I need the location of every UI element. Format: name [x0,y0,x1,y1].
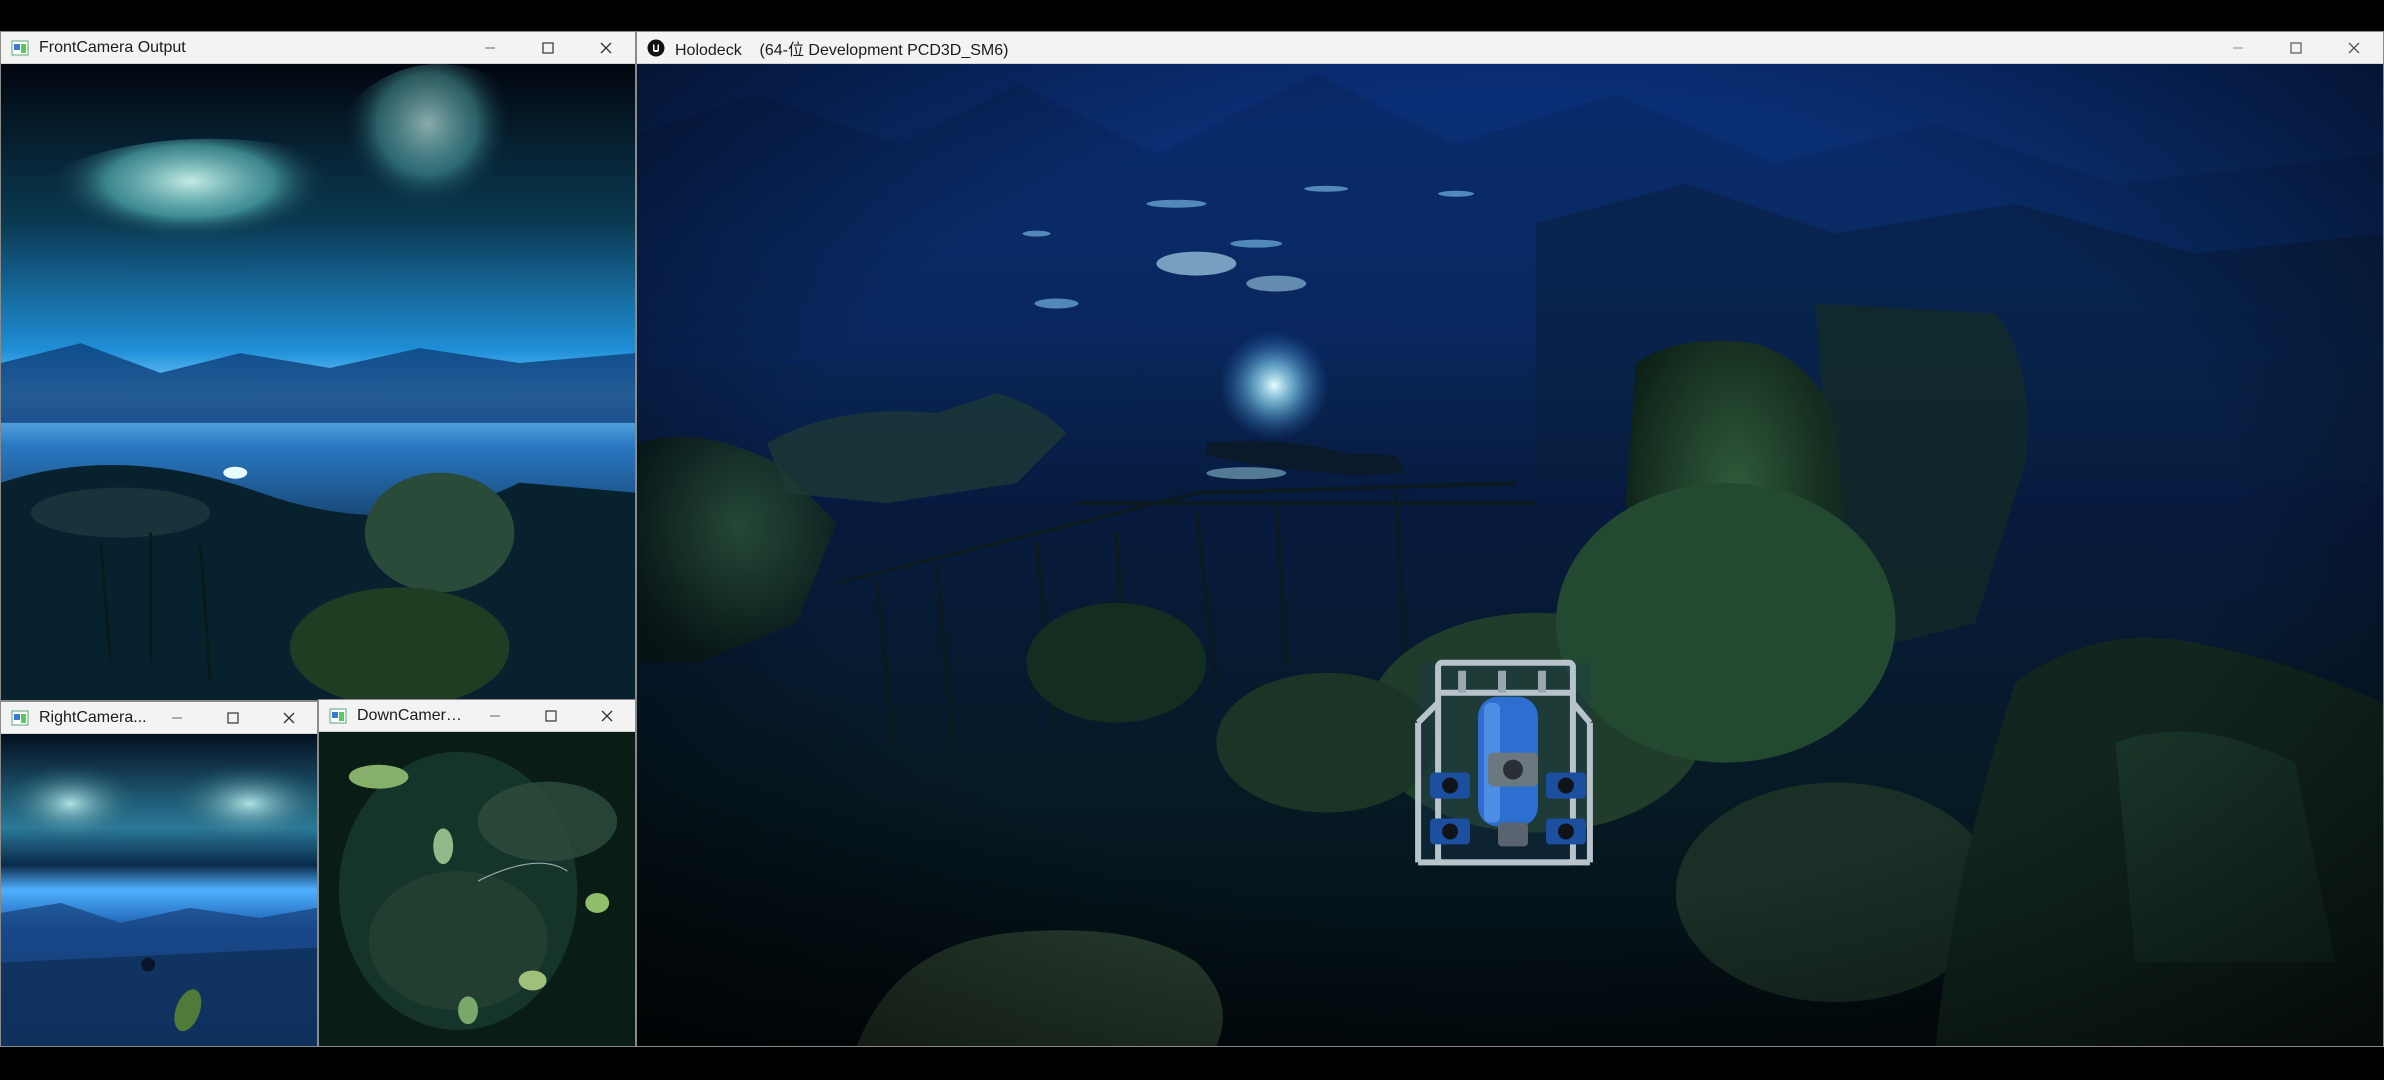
right-camera-titlebar[interactable]: RightCamera... [1,702,317,734]
holodeck-title: Holodeck (64-位 Development PCD3D_SM6) [675,41,1009,59]
maximize-button[interactable] [205,702,261,734]
minimize-icon [2233,47,2243,48]
rov-vehicle [1415,659,1593,866]
holodeck-window[interactable]: Holodeck (64-位 Development PCD3D_SM6) [636,31,2384,1047]
maximize-icon [542,41,554,54]
front-camera-image [1,64,635,700]
maximize-button[interactable] [519,32,577,64]
close-icon [2348,42,2360,53]
holodeck-titlebar[interactable]: Holodeck (64-位 Development PCD3D_SM6) [637,32,2383,64]
minimize-icon [172,717,182,718]
down-camera-window[interactable]: DownCamera... [318,699,636,1047]
down-camera-titlebar[interactable]: DownCamera... [319,700,635,732]
close-icon [601,710,613,721]
front-camera-window[interactable]: FrontCamera Output [0,31,636,701]
front-camera-title: FrontCamera Output [39,38,186,56]
close-button[interactable] [579,700,635,732]
opencv-window-icon [329,708,347,723]
opencv-window-icon [11,710,29,725]
close-icon [600,42,612,53]
minimize-button[interactable] [461,32,519,64]
right-camera-title: RightCamera... [39,708,147,726]
maximize-button[interactable] [523,700,579,732]
front-camera-view [1,64,635,700]
underwater-scene [637,64,2383,1046]
window-controls [149,702,317,734]
opencv-window-icon [11,40,29,55]
window-controls [467,700,635,732]
maximize-icon [2290,41,2302,54]
window-controls [461,32,635,64]
maximize-icon [227,711,239,724]
right-camera-view [1,734,317,1046]
down-camera-image [319,732,635,1046]
minimize-button[interactable] [2209,32,2267,64]
window-controls [2209,32,2383,64]
close-icon [283,712,295,723]
close-button[interactable] [261,702,317,734]
minimize-icon [485,47,495,48]
front-camera-titlebar[interactable]: FrontCamera Output [1,32,635,64]
minimize-icon [490,715,500,716]
minimize-button[interactable] [149,702,205,734]
right-camera-window[interactable]: RightCamera... [0,701,318,1047]
maximize-icon [545,709,557,722]
holodeck-viewport[interactable] [637,64,2383,1046]
close-button[interactable] [2325,32,2383,64]
down-camera-title: DownCamera... [357,706,467,724]
minimize-button[interactable] [467,700,523,732]
unreal-engine-logo [647,39,665,56]
maximize-button[interactable] [2267,32,2325,64]
down-camera-view [319,732,635,1046]
close-button[interactable] [577,32,635,64]
right-camera-image [1,734,317,1046]
